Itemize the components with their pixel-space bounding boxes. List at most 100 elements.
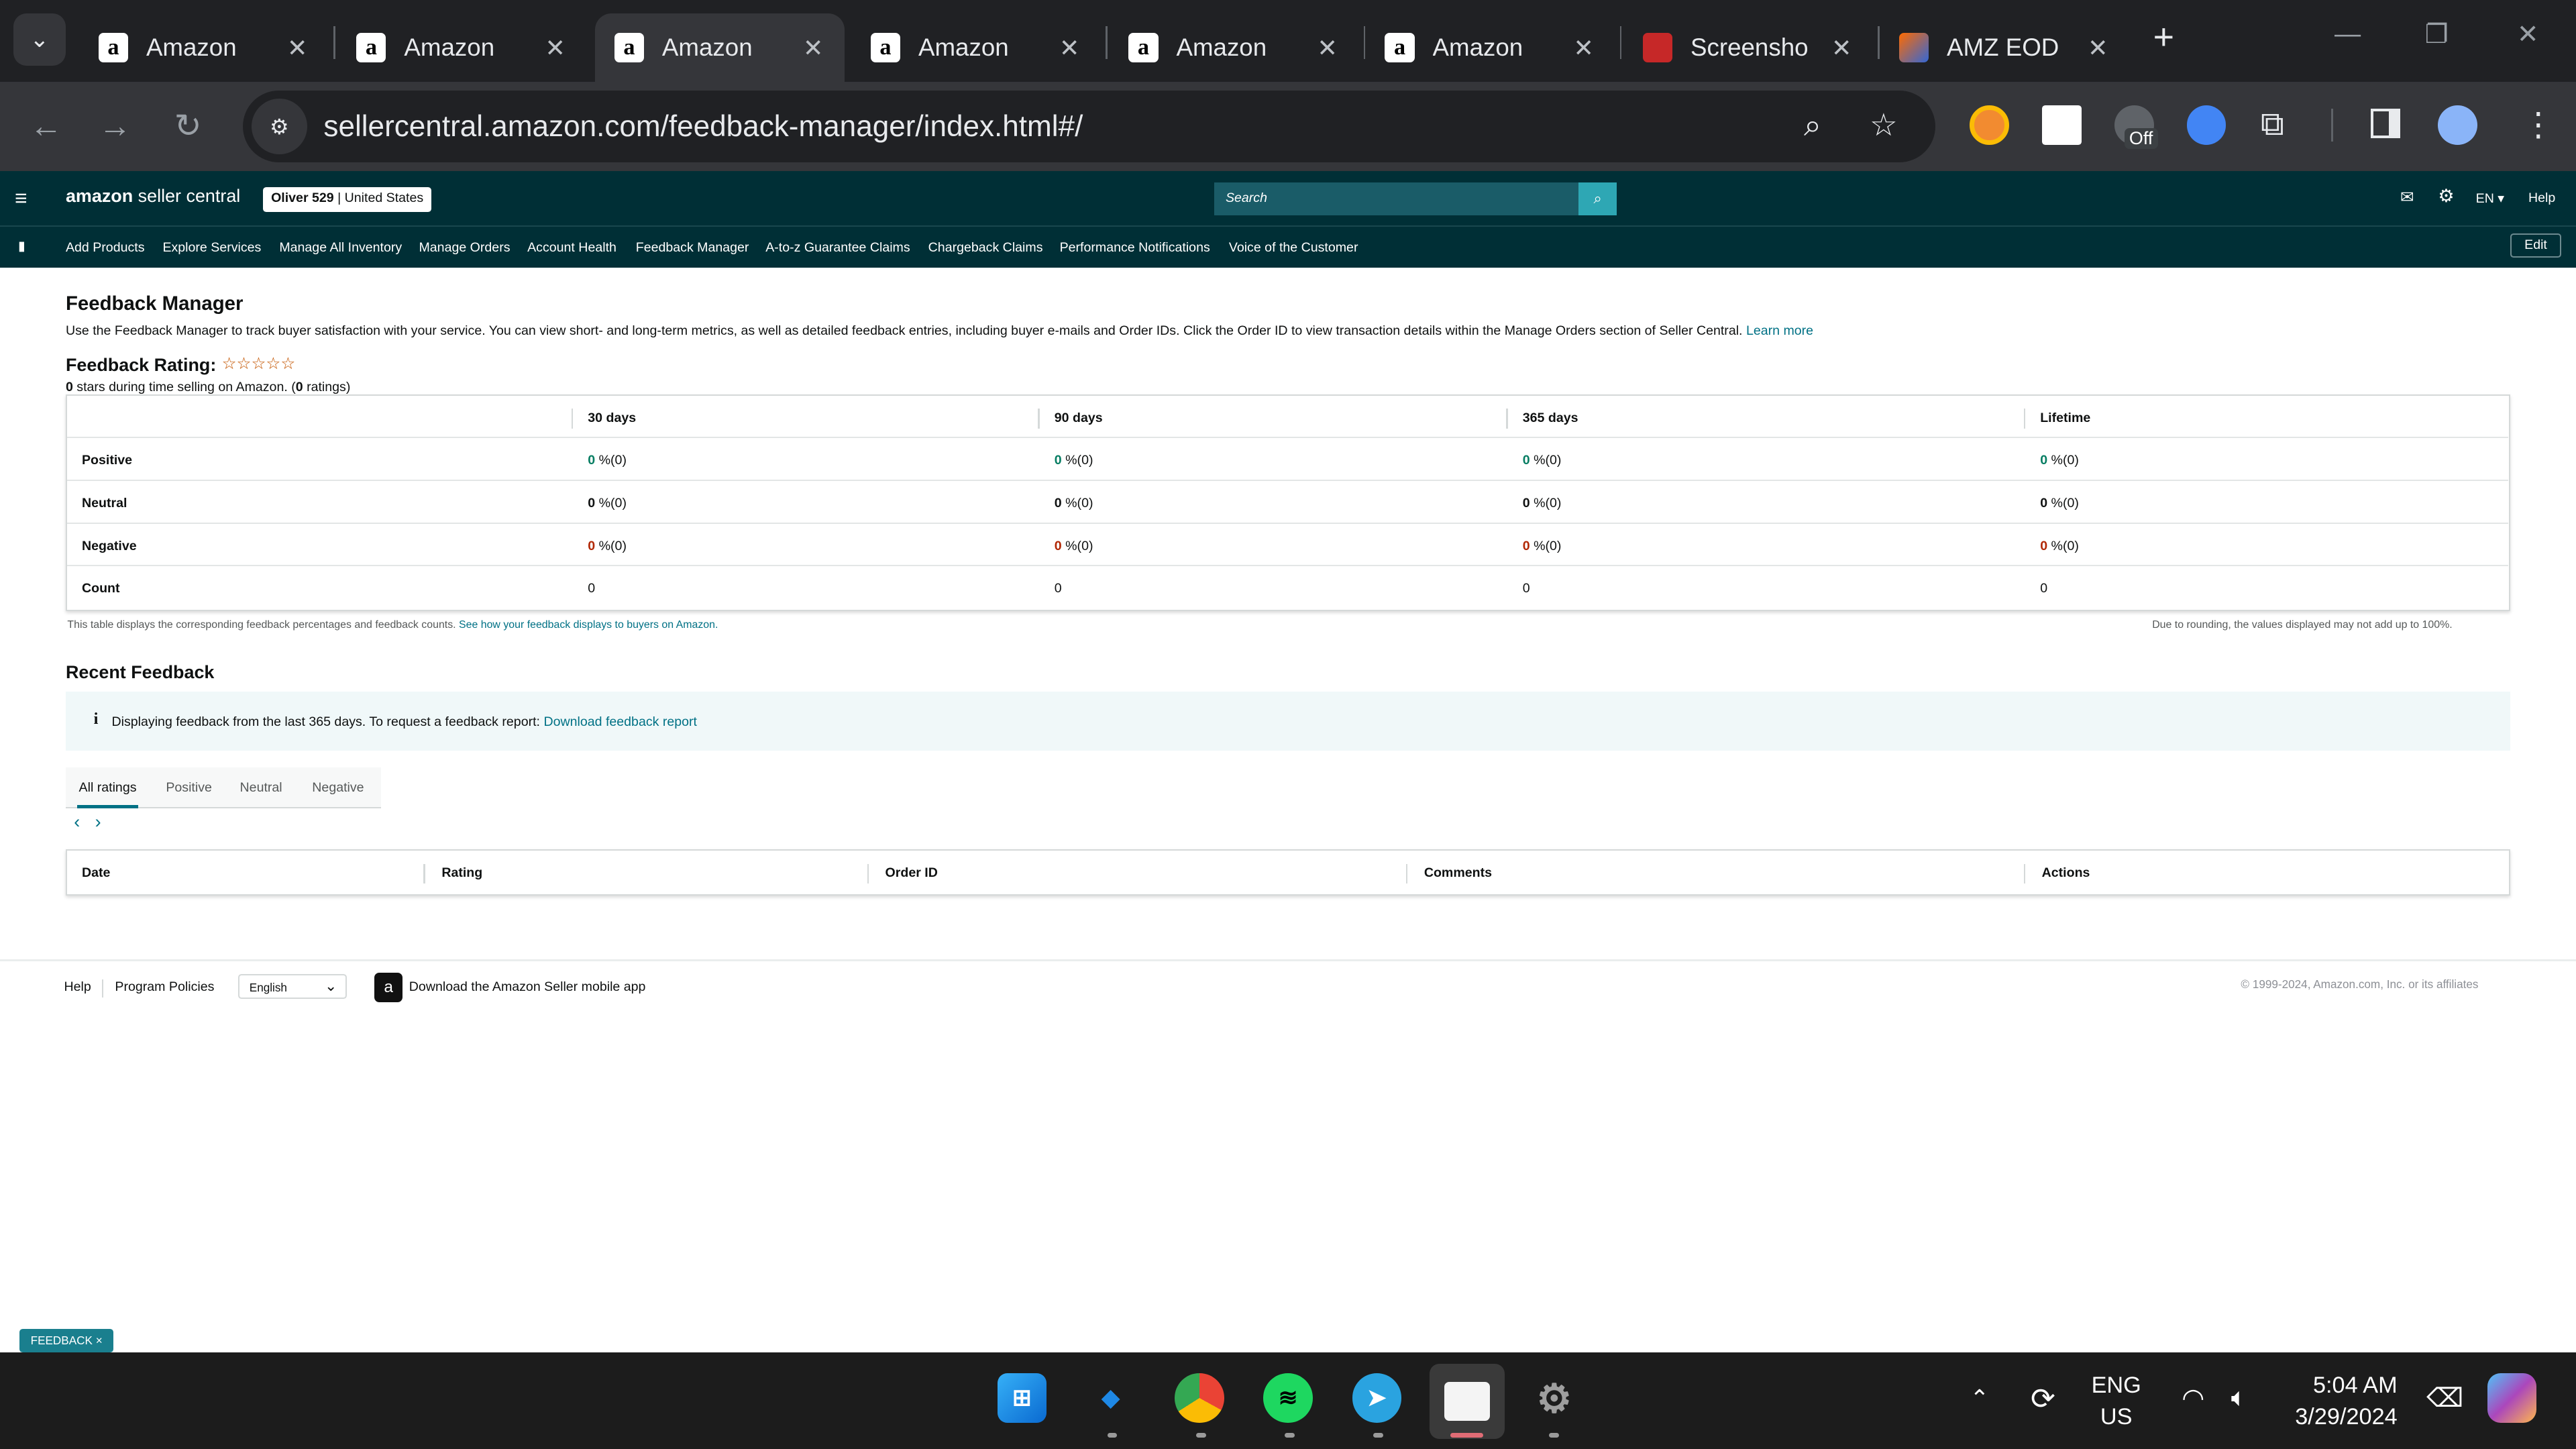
learn-more-link[interactable]: Learn more	[1746, 323, 1813, 338]
column-header[interactable]: Actions	[2042, 865, 2090, 881]
reload-icon[interactable]: ↻	[174, 108, 202, 145]
feedback-badge[interactable]: FEEDBACK ×	[19, 1329, 113, 1352]
language-selector[interactable]: EN ▾	[2476, 191, 2504, 207]
search-icon[interactable]: ⌕	[1578, 182, 1617, 215]
column-header[interactable]: Comments	[1424, 865, 1492, 881]
cell-value: 0 %(0)	[1054, 453, 1093, 468]
back-icon[interactable]: ←	[30, 108, 62, 145]
tab-search-button[interactable]: ⌄	[13, 13, 66, 66]
nav-item[interactable]: Add Products	[66, 240, 145, 256]
spotify-icon[interactable]: ≋	[1263, 1373, 1313, 1423]
close-tab-icon[interactable]: ✕	[1569, 34, 1599, 62]
telegram-icon[interactable]: ➤	[1352, 1373, 1401, 1423]
settings-gear-icon[interactable]: ⚙	[2438, 186, 2454, 207]
nav-item[interactable]: Manage Orders	[419, 240, 510, 256]
settings-icon[interactable]: ⚙	[1529, 1373, 1578, 1422]
footer-help-link[interactable]: Help	[64, 979, 91, 995]
bookmark-icon[interactable]: ▮	[18, 238, 25, 254]
bookmark-star-icon[interactable]: ☆	[1870, 107, 1898, 143]
browser-tab[interactable]: a Amazon ✕	[1365, 13, 1615, 83]
extension-orange-icon[interactable]	[1970, 105, 2010, 145]
extensions-puzzle-icon[interactable]: ⧉	[2261, 105, 2284, 144]
zoom-icon[interactable]: ⌕	[1804, 107, 1821, 144]
volume-icon[interactable]: 🔈︎	[2231, 1383, 2247, 1413]
close-tab-icon[interactable]: ✕	[1055, 34, 1084, 62]
browser-tab[interactable]: a Amazon ✕	[79, 13, 329, 83]
menu-kebab-icon[interactable]: ⋮	[2522, 105, 2555, 144]
close-tab-icon[interactable]: ✕	[541, 34, 570, 62]
close-tab-icon[interactable]: ✕	[798, 34, 828, 62]
search-input[interactable]: Search	[1214, 182, 1579, 215]
prev-page-icon[interactable]: ‹	[74, 812, 80, 832]
language-select[interactable]: English ⌄	[238, 974, 347, 999]
restore-button[interactable]: ❐	[2425, 19, 2449, 50]
amazon-a-icon: a	[98, 32, 128, 63]
column-divider	[571, 409, 574, 429]
nav-item[interactable]: Manage All Inventory	[279, 240, 402, 256]
close-tab-icon[interactable]: ✕	[2083, 34, 2112, 62]
feedback-summary-table: 30 days 90 days 365 days Lifetime Positive 0 …	[65, 394, 2511, 612]
browser-tab[interactable]: AMZ EOD ✕	[1880, 13, 2129, 83]
nav-item[interactable]: Explore Services	[162, 240, 261, 256]
column-header[interactable]: Order ID	[885, 865, 938, 881]
browser-tab[interactable]: a Amazon ✕	[594, 13, 845, 83]
rating-tab[interactable]: All ratings	[77, 780, 139, 810]
nav-item[interactable]: Feedback Manager	[636, 240, 749, 256]
sync-icon[interactable]: ⟳	[2031, 1382, 2055, 1416]
url-text[interactable]: sellercentral.amazon.com/feedback-manage…	[323, 110, 1083, 144]
rating-tab[interactable]: Positive	[166, 780, 212, 796]
rating-tab[interactable]: Neutral	[240, 780, 282, 796]
minimize-button[interactable]: —	[2334, 19, 2361, 49]
nav-item[interactable]: Voice of the Customer	[1229, 240, 1358, 256]
nav-item[interactable]: Chargeback Claims	[928, 240, 1043, 256]
browser-tab[interactable]: Screensho ✕	[1623, 13, 1873, 83]
address-bar[interactable]: ⚙ sellercentral.amazon.com/feedback-mana…	[243, 90, 1935, 163]
download-report-link[interactable]: Download feedback report	[543, 714, 697, 729]
next-page-icon[interactable]: ›	[95, 812, 101, 832]
mail-icon[interactable]: ✉	[2400, 187, 2414, 207]
browser-tab[interactable]: a Amazon ✕	[1109, 13, 1358, 83]
clock[interactable]: 5:04 AM 3/29/2024	[2295, 1370, 2397, 1432]
seller-central-logo[interactable]: amazon seller central	[66, 186, 240, 207]
download-app-link[interactable]: Download the Amazon Seller mobile app	[409, 979, 646, 995]
hamburger-menu-icon[interactable]: ≡	[15, 186, 28, 211]
notification-icon[interactable]: ⌫	[2426, 1383, 2463, 1413]
column-header: 90 days	[1054, 410, 1103, 425]
column-header[interactable]: Rating	[441, 865, 482, 881]
copilot-icon[interactable]	[2487, 1373, 2537, 1423]
nav-item[interactable]: Performance Notifications	[1060, 240, 1210, 256]
nav-item[interactable]: A-to-z Guarantee Claims	[765, 240, 910, 256]
chrome-icon[interactable]	[1175, 1373, 1224, 1423]
rating-tab[interactable]: Negative	[312, 780, 364, 796]
browser-tab[interactable]: a Amazon ✕	[851, 13, 1101, 83]
cell-value: 0 %(0)	[1522, 453, 1562, 468]
help-link[interactable]: Help	[2528, 191, 2555, 206]
close-window-button[interactable]: ✕	[2517, 19, 2539, 50]
windows-start-icon[interactable]: ⊞	[997, 1373, 1046, 1423]
browser-tab[interactable]: a Amazon ✕	[337, 13, 586, 83]
seller-app-icon[interactable]: a	[374, 972, 402, 1002]
cell-value: 0 %(0)	[1054, 538, 1093, 553]
close-tab-icon[interactable]: ✕	[1313, 34, 1342, 62]
extension-login-icon[interactable]	[2042, 105, 2082, 145]
feedback-display-link[interactable]: See how your feedback displays to buyers…	[459, 619, 718, 631]
close-tab-icon[interactable]: ✕	[1827, 34, 1856, 62]
extension-blue-icon[interactable]	[2186, 105, 2226, 145]
side-panel-icon[interactable]	[2370, 108, 2400, 138]
app-blue-icon[interactable]: ◆	[1086, 1373, 1135, 1422]
column-header[interactable]: Date	[82, 865, 110, 881]
new-tab-button[interactable]: +	[2144, 19, 2184, 59]
site-info-icon[interactable]: ⚙	[251, 98, 307, 155]
program-policies-link[interactable]: Program Policies	[115, 979, 214, 995]
close-tab-icon[interactable]: ✕	[282, 34, 312, 62]
nav-item[interactable]: Account Health	[527, 240, 616, 256]
forward-icon[interactable]: →	[99, 108, 131, 145]
row-label: Positive	[81, 453, 133, 468]
snipping-tool-icon[interactable]	[1429, 1363, 1505, 1440]
wifi-icon[interactable]: ◠	[2182, 1383, 2204, 1413]
tray-chevron-icon[interactable]: ⌃	[1970, 1385, 1989, 1412]
account-switcher[interactable]: Oliver 529 | United States	[262, 187, 432, 212]
profile-avatar[interactable]	[2438, 105, 2478, 145]
edit-nav-button[interactable]: Edit	[2510, 233, 2561, 258]
language-indicator[interactable]: ENG US	[2092, 1370, 2141, 1432]
